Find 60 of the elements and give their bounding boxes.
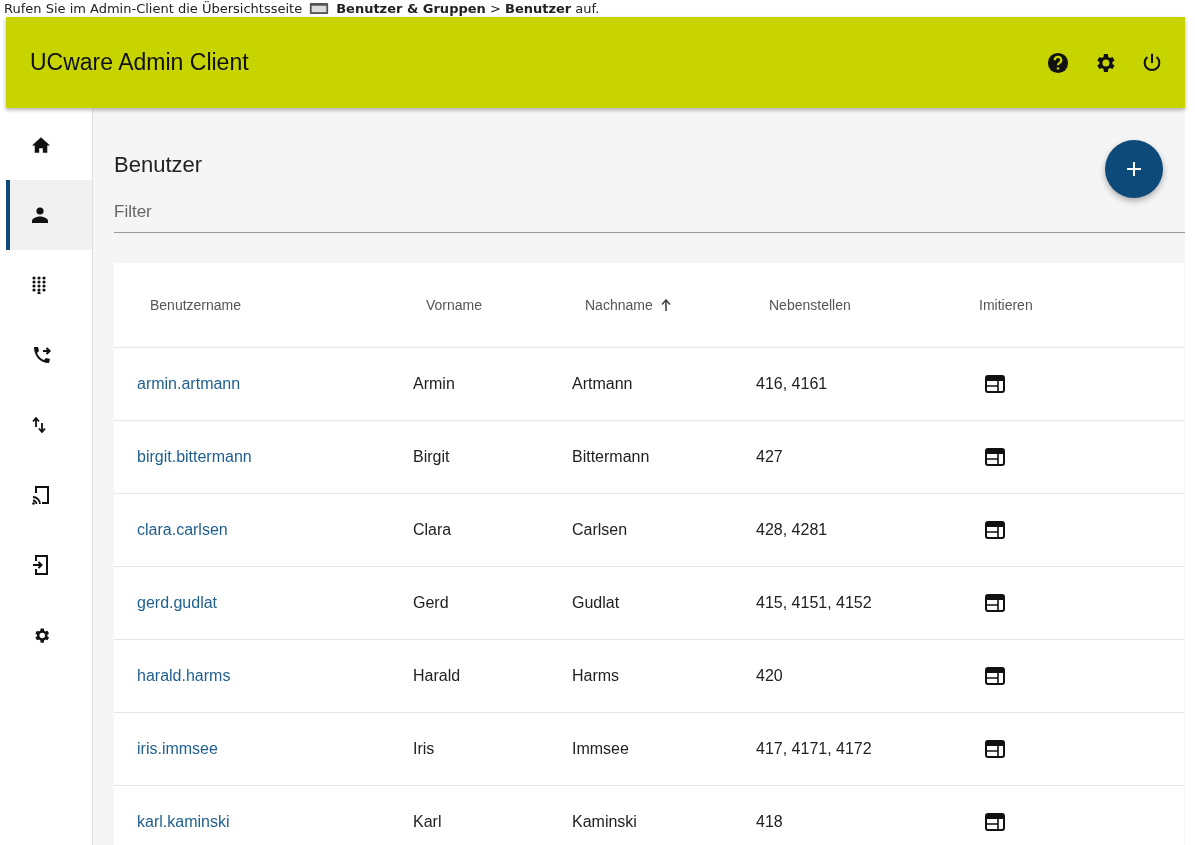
window-icon <box>308 3 331 14</box>
table-cell: Harald <box>413 667 461 685</box>
column-header[interactable]: Imitieren <box>979 297 1033 313</box>
instruction-path: Benutzer & Gruppen > Benutzer auf. <box>336 0 600 17</box>
instruction-text: Rufen Sie im Admin-Client die Übersichtsseite <box>4 0 303 17</box>
settings-icon <box>32 625 51 645</box>
table-cell: 428, 4281 <box>756 521 828 539</box>
impersonate-icon[interactable] <box>985 521 1005 539</box>
login-icon <box>32 555 48 575</box>
username-link[interactable]: gerd.gudlat <box>137 594 218 612</box>
table-cell: Immsee <box>572 740 629 758</box>
username-link[interactable]: clara.carlsen <box>137 521 228 539</box>
impersonate-icon[interactable] <box>985 448 1005 466</box>
table-cell: Gudlat <box>572 594 620 612</box>
cast-icon <box>32 485 50 505</box>
page-title: Benutzer <box>114 152 203 178</box>
table-cell: Gerd <box>413 594 449 612</box>
app-title: UCware Admin Client <box>30 49 249 76</box>
table-cell: Artmann <box>572 375 633 393</box>
filter-field[interactable]: Filter <box>114 194 1185 233</box>
phone-forward-icon <box>32 346 52 364</box>
table-cell: Birgit <box>413 448 450 466</box>
table-cell: Harms <box>572 667 620 685</box>
power-icon[interactable] <box>1141 51 1163 74</box>
swap-arrows-icon <box>32 417 46 433</box>
impersonate-icon[interactable] <box>985 740 1005 758</box>
table-cell: Kaminski <box>572 813 637 831</box>
table-cell: 415, 4151, 4152 <box>756 594 872 612</box>
impersonate-icon[interactable] <box>985 667 1005 685</box>
username-link[interactable]: birgit.bittermann <box>137 448 252 466</box>
table-cell: 417, 4171, 4172 <box>756 740 872 758</box>
column-header[interactable]: Vorname <box>426 297 483 313</box>
table-cell: 416, 4161 <box>756 375 828 393</box>
dialpad-icon <box>32 276 46 294</box>
column-header[interactable]: Nachname <box>585 297 653 313</box>
column-header[interactable]: Benutzername <box>150 297 242 313</box>
table-cell: 427 <box>756 448 783 466</box>
table-cell: Armin <box>413 375 455 393</box>
username-link[interactable]: karl.kaminski <box>137 813 230 831</box>
username-link[interactable]: iris.immsee <box>137 740 218 758</box>
table-cell: Bittermann <box>572 448 650 466</box>
username-link[interactable]: harald.harms <box>137 667 231 685</box>
table-cell: Carlsen <box>572 521 628 539</box>
help-icon[interactable] <box>1047 51 1069 74</box>
impersonate-icon[interactable] <box>985 813 1005 831</box>
impersonate-icon[interactable] <box>985 594 1005 612</box>
add-button[interactable] <box>1105 140 1163 198</box>
table-cell: Karl <box>413 813 442 831</box>
table-cell: Iris <box>413 740 435 758</box>
plus-icon <box>1126 161 1142 177</box>
table-cell: 420 <box>756 667 783 685</box>
home-icon <box>32 137 50 153</box>
username-link[interactable]: armin.artmann <box>137 375 241 393</box>
sidebar-item[interactable] <box>6 180 92 250</box>
column-header[interactable]: Nebenstellen <box>769 297 851 313</box>
impersonate-icon[interactable] <box>985 375 1005 393</box>
table-cell: 418 <box>756 813 783 831</box>
table-cell: Clara <box>413 521 452 539</box>
sort-arrow-icon[interactable] <box>660 299 671 311</box>
person-icon <box>32 207 48 223</box>
